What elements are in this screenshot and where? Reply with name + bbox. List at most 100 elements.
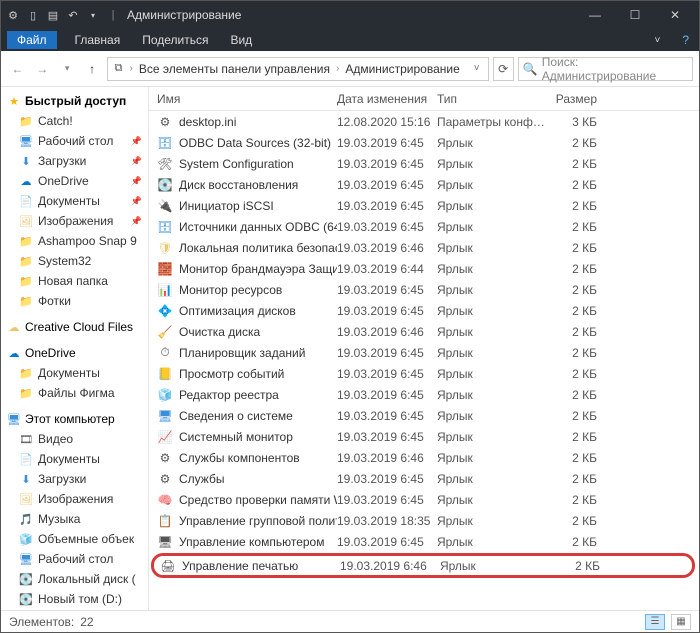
column-type[interactable]: Тип	[437, 92, 547, 106]
qat-properties-icon[interactable]: ▯	[25, 7, 41, 23]
maximize-button[interactable]: ☐	[615, 1, 655, 29]
onedrive-icon: ☁	[7, 346, 21, 360]
sidebar-item[interactable]: ☁OneDrive📌	[1, 171, 148, 191]
qat-dropdown-icon[interactable]: ▾	[85, 7, 101, 23]
file-row[interactable]: ⏱Планировщик заданий19.03.2019 6:45Ярлык…	[149, 342, 699, 363]
app-icon: ⚙	[5, 7, 21, 23]
sidebar-item[interactable]: 📄Документы	[1, 449, 148, 469]
column-date[interactable]: Дата изменения	[337, 92, 437, 106]
navigation-pane[interactable]: ★ Быстрый доступ 📁Catch!🖥Рабочий стол📌⬇З…	[1, 87, 149, 610]
folder-icon: 🎵	[19, 512, 33, 526]
sidebar-item[interactable]: 📄Документы📌	[1, 191, 148, 211]
qat-undo-icon[interactable]: ↶	[65, 7, 81, 23]
column-name[interactable]: Имя	[157, 92, 337, 106]
breadcrumb-dropdown-icon[interactable]: ˅	[470, 63, 484, 74]
file-row[interactable]: 🧊Редактор реестра19.03.2019 6:45Ярлык2 К…	[149, 384, 699, 405]
qat-newfolder-icon[interactable]: ▤	[45, 7, 61, 23]
file-row[interactable]: 💠Оптимизация дисков19.03.2019 6:45Ярлык2…	[149, 300, 699, 321]
file-row[interactable]: 📊Монитор ресурсов19.03.2019 6:45Ярлык2 К…	[149, 279, 699, 300]
menu-share[interactable]: Поделиться	[138, 31, 212, 49]
file-row[interactable]: 🗄ODBC Data Sources (32-bit)19.03.2019 6:…	[149, 132, 699, 153]
file-row[interactable]: 📋Управление групповой политикой19.03.201…	[149, 510, 699, 531]
sidebar-item[interactable]: 🖥Рабочий стол	[1, 549, 148, 569]
file-size: 2 КБ	[550, 559, 620, 573]
sidebar-quick-access[interactable]: ★ Быстрый доступ	[1, 91, 148, 111]
file-row[interactable]: 🔌Инициатор iSCSI19.03.2019 6:45Ярлык2 КБ	[149, 195, 699, 216]
sidebar-item[interactable]: 🧊Объемные объек	[1, 529, 148, 549]
folder-icon: 📄	[19, 452, 33, 466]
column-size[interactable]: Размер	[547, 92, 617, 106]
file-name: Источники данных ODBC (64-разрядна…	[179, 220, 337, 234]
sidebar-item[interactable]: 🖥Рабочий стол📌	[1, 131, 148, 151]
help-icon[interactable]: ?	[678, 31, 693, 49]
file-row[interactable]: 🛡Локальная политика безопасности19.03.20…	[149, 237, 699, 258]
file-row[interactable]: ⚙Службы компонентов19.03.2019 6:46Ярлык2…	[149, 447, 699, 468]
file-type: Ярлык	[437, 199, 547, 213]
file-date: 19.03.2019 6:44	[337, 262, 437, 276]
file-name: Редактор реестра	[179, 388, 279, 402]
file-row[interactable]: 📈Системный монитор19.03.2019 6:45Ярлык2 …	[149, 426, 699, 447]
refresh-button[interactable]: ⟳	[493, 57, 514, 81]
file-row[interactable]: ⚙desktop.ini12.08.2020 15:16Параметры ко…	[149, 111, 699, 132]
sidebar-item[interactable]: 💽Новый том (D:)	[1, 589, 148, 609]
sidebar-item[interactable]: 🎞Видео	[1, 429, 148, 449]
breadcrumb-item-current[interactable]: Администрирование	[343, 62, 461, 76]
sidebar-item-label: Ashampoo Snap 9	[38, 234, 137, 248]
sidebar-item[interactable]: 🖼Изображения📌	[1, 211, 148, 231]
file-row[interactable]: 🖥Сведения о системе19.03.2019 6:45Ярлык2…	[149, 405, 699, 426]
folder-icon: 💽	[19, 592, 33, 606]
nav-back-button[interactable]: ←	[7, 57, 28, 81]
file-list[interactable]: ⚙desktop.ini12.08.2020 15:16Параметры ко…	[149, 111, 699, 610]
file-icon: 🗄	[157, 219, 173, 235]
file-type: Ярлык	[437, 514, 547, 528]
file-row[interactable]: 🧠Средство проверки памяти Windows19.03.2…	[149, 489, 699, 510]
ribbon-expand-icon[interactable]: ˅	[650, 33, 664, 48]
file-date: 19.03.2019 6:45	[337, 283, 437, 297]
sidebar-item[interactable]: 📁Фотки	[1, 291, 148, 311]
menu-file[interactable]: Файл	[7, 31, 57, 49]
search-input[interactable]: 🔍 Поиск: Администрирование	[518, 57, 693, 81]
file-row-print-management[interactable]: 🖨Управление печатью19.03.2019 6:46Ярлык2…	[151, 553, 695, 578]
file-row[interactable]: 🗄Источники данных ODBC (64-разрядна…19.0…	[149, 216, 699, 237]
nav-up-button[interactable]: ↑	[82, 57, 103, 81]
sidebar-item[interactable]: 🎵 Музыка	[1, 509, 148, 529]
file-row[interactable]: 🧹Очистка диска19.03.2019 6:46Ярлык2 КБ	[149, 321, 699, 342]
sidebar-creative-cloud[interactable]: ☁ Creative Cloud Files	[1, 317, 148, 337]
file-row[interactable]: 🖥Управление компьютером19.03.2019 6:45Яр…	[149, 531, 699, 552]
file-row[interactable]: 🧱Монитор брандмауэра Защитника Win…19.03…	[149, 258, 699, 279]
sidebar-item[interactable]: 📁Catch!	[1, 111, 148, 131]
close-button[interactable]: ✕	[655, 1, 695, 29]
sidebar-item[interactable]: 📁Новая папка	[1, 271, 148, 291]
file-type: Ярлык	[437, 136, 547, 150]
control-panel-icon: ⧉	[112, 62, 126, 76]
file-row[interactable]: 📒Просмотр событий19.03.2019 6:45Ярлык2 К…	[149, 363, 699, 384]
menu-view[interactable]: Вид	[226, 31, 256, 49]
sidebar-item-label: Рабочий стол	[38, 134, 113, 148]
breadcrumb-item[interactable]: Все элементы панели управления	[137, 62, 332, 76]
sidebar-item[interactable]: ⬇Загрузки📌	[1, 151, 148, 171]
file-row[interactable]: 💽Диск восстановления19.03.2019 6:45Ярлык…	[149, 174, 699, 195]
sidebar-item[interactable]: 📁Документы	[1, 363, 148, 383]
file-name: Управление компьютером	[179, 535, 324, 549]
folder-icon: 🖥	[19, 552, 33, 566]
sidebar-onedrive[interactable]: ☁ OneDrive	[1, 343, 148, 363]
column-headers[interactable]: Имя Дата изменения Тип Размер	[149, 87, 699, 111]
sidebar-item-label: Музыка	[38, 512, 80, 526]
view-large-icons-button[interactable]: ▦	[671, 614, 691, 630]
sidebar-this-pc[interactable]: 🖥 Этот компьютер	[1, 409, 148, 429]
file-type: Ярлык	[437, 472, 547, 486]
sidebar-item[interactable]: 📁System32	[1, 251, 148, 271]
sidebar-item[interactable]: 📁Файлы Фигма	[1, 383, 148, 403]
nav-recent-dropdown[interactable]: ▾	[57, 57, 78, 81]
sidebar-item[interactable]: 📁Ashampoo Snap 9	[1, 231, 148, 251]
sidebar-item[interactable]: 💽Локальный диск (	[1, 569, 148, 589]
sidebar-item[interactable]: ⬇Загрузки	[1, 469, 148, 489]
sidebar-item[interactable]: 🖼Изображения	[1, 489, 148, 509]
view-details-button[interactable]: ☰	[645, 614, 665, 630]
file-name: Диск восстановления	[179, 178, 298, 192]
breadcrumb[interactable]: ⧉ › Все элементы панели управления › Адм…	[107, 57, 489, 81]
file-row[interactable]: 🛠System Configuration19.03.2019 6:45Ярлы…	[149, 153, 699, 174]
file-row[interactable]: ⚙Службы19.03.2019 6:45Ярлык2 КБ	[149, 468, 699, 489]
menu-home[interactable]: Главная	[71, 31, 125, 49]
minimize-button[interactable]: —	[575, 1, 615, 29]
